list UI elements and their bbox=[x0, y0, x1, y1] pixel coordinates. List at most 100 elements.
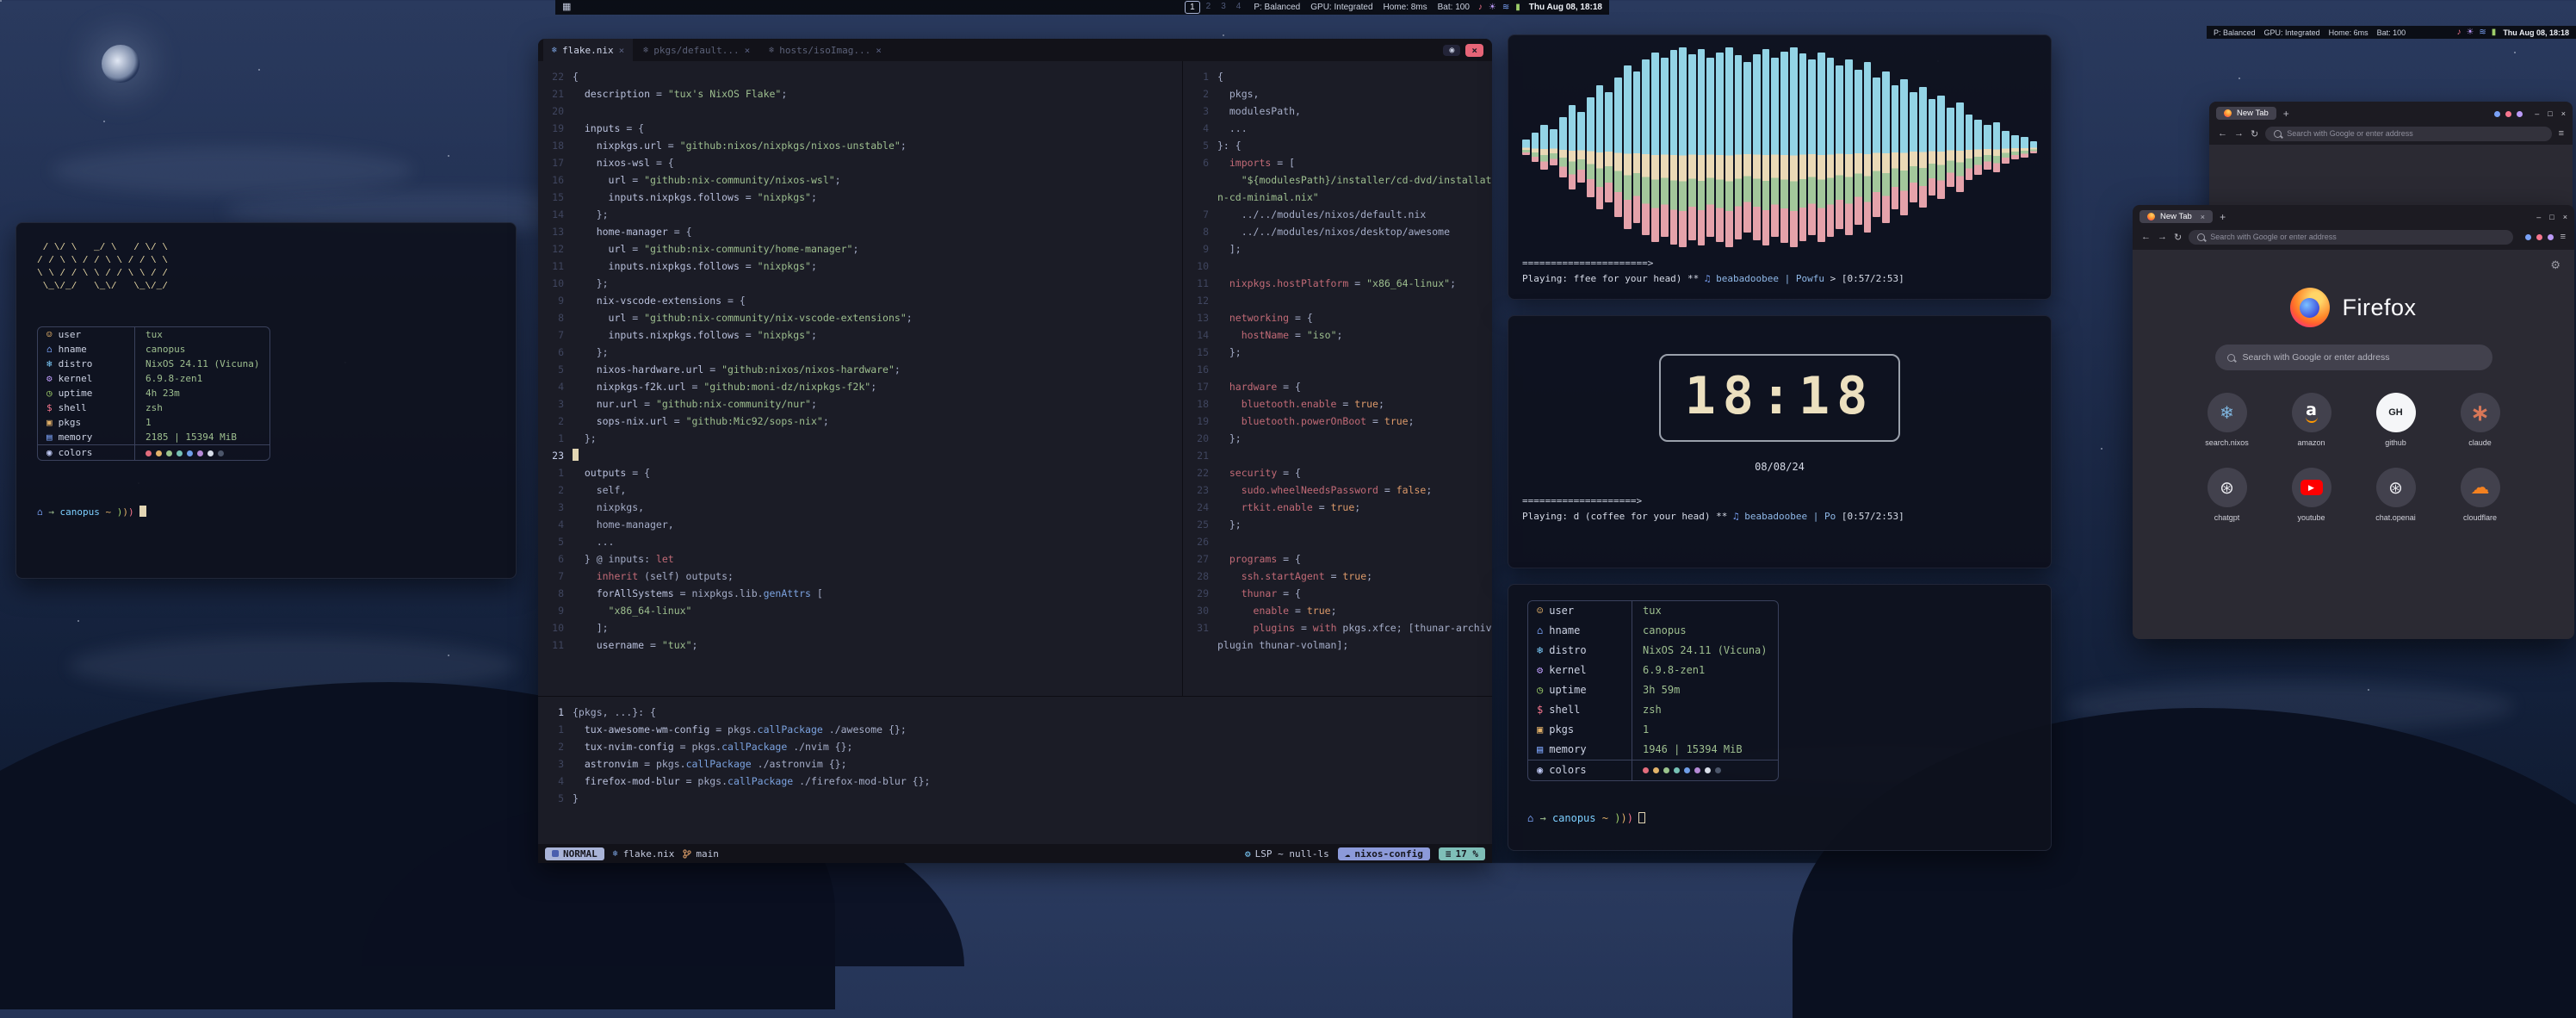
extension-icon[interactable] bbox=[2517, 111, 2523, 117]
code-line: 22{ bbox=[538, 68, 1182, 85]
code-line: 22 security = { bbox=[1183, 464, 1491, 481]
workspace-2[interactable]: 2 bbox=[1202, 1, 1216, 14]
workspace-4[interactable]: 4 bbox=[1232, 1, 1246, 14]
shortcut-amazon[interactable]: aamazon bbox=[2269, 393, 2354, 447]
code-line: 7 inherit (self) outputs; bbox=[538, 568, 1182, 585]
editor-pane-default[interactable]: 1{pkgs, ...}: {1 tux-awesome-wm-config =… bbox=[538, 696, 1492, 844]
visualizer-bar bbox=[1984, 125, 1991, 169]
close-button[interactable]: × bbox=[2561, 109, 2566, 118]
media-icon[interactable]: ♪ bbox=[2456, 28, 2461, 37]
tab-close-icon[interactable]: × bbox=[619, 45, 625, 56]
network-icon[interactable]: ≋ bbox=[1502, 3, 1509, 12]
code-line: 10 bbox=[1183, 258, 1491, 275]
shortcut-chatgpt[interactable]: ⊛chatgpt bbox=[2185, 468, 2269, 522]
url-bar[interactable]: Search with Google or enter address bbox=[2189, 230, 2512, 245]
visualizer-bar bbox=[2011, 135, 2019, 159]
url-bar[interactable]: Search with Google or enter address bbox=[2265, 127, 2551, 141]
browser-tab[interactable]: New Tab× bbox=[2139, 210, 2213, 223]
minimize-button[interactable]: – bbox=[2535, 109, 2539, 118]
editor-pane-flake[interactable]: 22{21 description = "tux's NixOS Flake";… bbox=[538, 61, 1182, 696]
bar-clock[interactable]: Thu Aug 08, 18:18 bbox=[2503, 28, 2569, 37]
fetch-label: user bbox=[59, 328, 82, 341]
code-line: 17 nixos-wsl = { bbox=[538, 154, 1182, 171]
window-close-button[interactable]: × bbox=[1465, 44, 1483, 57]
reload-icon[interactable]: ↻ bbox=[2174, 232, 2182, 243]
menu-icon[interactable]: ≡ bbox=[2561, 232, 2566, 242]
code-line: 29 thunar = { bbox=[1183, 585, 1491, 602]
menu-icon[interactable]: ▦ bbox=[562, 3, 571, 12]
brightness-icon[interactable]: ☀ bbox=[2466, 28, 2474, 37]
tab-close-icon[interactable]: × bbox=[876, 45, 882, 56]
fetch-row: ⌂hnamecanopus bbox=[1528, 621, 1778, 641]
terminal-cursor[interactable] bbox=[1638, 812, 1645, 823]
battery-icon[interactable]: ▮ bbox=[2492, 28, 2497, 37]
visualizer-bar bbox=[1540, 125, 1548, 169]
forward-icon[interactable]: → bbox=[2234, 128, 2244, 139]
terminal-prompt[interactable]: ⌂ → canopus ~ ))) bbox=[1527, 810, 2032, 828]
terminal-cursor[interactable] bbox=[139, 506, 146, 517]
extension-icon[interactable] bbox=[2525, 234, 2531, 240]
editor-tab-flake-nix[interactable]: ❄flake.nix× bbox=[543, 39, 633, 61]
extension-icon[interactable] bbox=[2536, 234, 2542, 240]
back-icon[interactable]: ← bbox=[2218, 128, 2227, 139]
new-tab-button[interactable]: + bbox=[2220, 211, 2226, 223]
shortcut-github[interactable]: GHgithub bbox=[2354, 393, 2438, 447]
code-line: 8 url = "github:nix-community/nix-vscode… bbox=[538, 309, 1182, 326]
forward-icon[interactable]: → bbox=[2158, 232, 2167, 242]
audio-visualizer bbox=[1522, 47, 2037, 247]
clock-widget-window: 18:18 08/08/24 ====================> Pla… bbox=[1508, 315, 2052, 568]
media-icon[interactable]: ♪ bbox=[1478, 3, 1483, 12]
extension-icon[interactable] bbox=[2505, 111, 2511, 117]
browser-tab[interactable]: New Tab bbox=[2216, 107, 2276, 120]
tab-close-icon[interactable]: × bbox=[2201, 213, 2205, 221]
extension-icon[interactable] bbox=[2494, 111, 2500, 117]
extension-icon[interactable] bbox=[2548, 234, 2554, 240]
shortcut-chat-openai[interactable]: ⊛chat.openai bbox=[2354, 468, 2438, 522]
workspace-3[interactable]: 3 bbox=[1217, 1, 1230, 14]
progress-line: ======================> bbox=[1522, 258, 2037, 269]
line-number: 18 bbox=[538, 137, 573, 154]
shortcut-cloudflare[interactable]: ☁cloudflare bbox=[2438, 468, 2523, 522]
line-number: 9 bbox=[538, 602, 573, 619]
terminal-prompt[interactable]: ⌂ → canopus ~ ))) bbox=[37, 506, 495, 518]
personalize-gear-icon[interactable]: ⚙ bbox=[2550, 258, 2561, 272]
close-button[interactable]: × bbox=[2563, 213, 2567, 221]
code-line: 1 outputs = { bbox=[538, 464, 1182, 481]
maximize-button[interactable]: □ bbox=[2548, 109, 2552, 118]
network-icon[interactable]: ≋ bbox=[2479, 28, 2486, 37]
editor-pane-iso[interactable]: 1{2 pkgs,3 modulesPath,4 ...5}: {6 impor… bbox=[1182, 61, 1491, 696]
shortcut-search-nixos[interactable]: ❄search.nixos bbox=[2185, 393, 2269, 447]
tab-close-icon[interactable]: × bbox=[745, 45, 751, 56]
visualizer-bar bbox=[1993, 122, 2001, 172]
color-dots bbox=[1632, 760, 1736, 780]
minimize-button[interactable]: – bbox=[2536, 213, 2541, 221]
bar-clock[interactable]: Thu Aug 08, 18:18 bbox=[1529, 3, 1602, 12]
workspace-1[interactable]: 1 bbox=[1185, 1, 1200, 14]
shortcut-youtube[interactable]: ▶youtube bbox=[2269, 468, 2354, 522]
nix-icon: ❄ bbox=[613, 849, 618, 859]
fetch-row: ⚙kernel6.9.8-zen1 bbox=[38, 371, 269, 386]
eye-toggle-button[interactable]: ◉ bbox=[1443, 45, 1460, 56]
editor-tab-hosts-isoImag-[interactable]: ❄hosts/isoImag...× bbox=[760, 39, 890, 61]
visualizer-bar bbox=[1725, 47, 1733, 247]
newtab-search-input[interactable]: Search with Google or enter address bbox=[2215, 345, 2492, 370]
top-bar-primary: ▦ 1234 P: BalancedGPU: IntegratedHome: 8… bbox=[555, 0, 1609, 15]
back-icon[interactable]: ← bbox=[2141, 232, 2151, 242]
new-tab-button[interactable]: + bbox=[2283, 108, 2289, 120]
fetch-window: ☺usertux⌂hnamecanopus❄distroNixOS 24.11 … bbox=[1508, 584, 2052, 851]
color-dot bbox=[1674, 767, 1680, 773]
editor-tab-pkgs-default-[interactable]: ❄pkgs/default...× bbox=[635, 39, 759, 61]
battery-icon[interactable]: ▮ bbox=[1515, 3, 1520, 12]
fetch-label: uptime bbox=[59, 387, 93, 400]
prompt-chevron: ) bbox=[1620, 812, 1626, 824]
visualizer-bar bbox=[1956, 102, 1964, 192]
reload-icon[interactable]: ↻ bbox=[2251, 128, 2258, 140]
brightness-icon[interactable]: ☀ bbox=[1489, 3, 1496, 12]
code-line: 26 bbox=[1183, 533, 1491, 550]
line-number: 7 bbox=[1183, 206, 1217, 223]
maximize-button[interactable]: □ bbox=[2549, 213, 2554, 221]
menu-icon[interactable]: ≡ bbox=[2559, 128, 2564, 139]
fetch-value: 6.9.8-zen1 bbox=[1632, 661, 1715, 680]
shortcut-claude[interactable]: ∗claude bbox=[2438, 393, 2523, 447]
visualizer-bar bbox=[1900, 79, 1908, 215]
